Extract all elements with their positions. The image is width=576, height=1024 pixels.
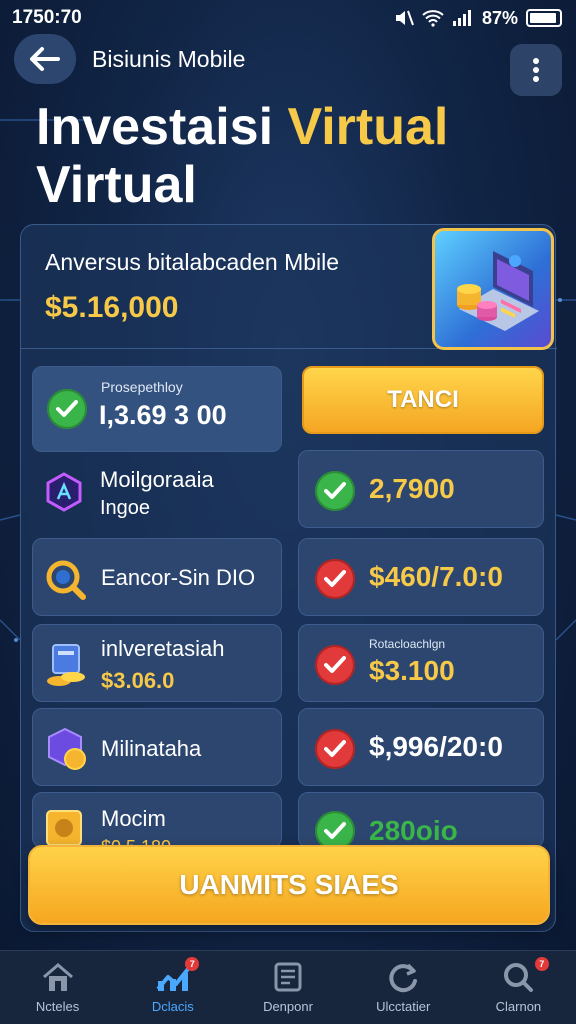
list-item[interactable]: Milinataha (32, 708, 282, 786)
header-title: Bisiunis Mobile (92, 46, 246, 72)
nav-item-refresh[interactable]: Ulcctatier (346, 951, 461, 1024)
item-value: $460/7.0:0 (369, 561, 503, 592)
list-item[interactable]: Moilgoraaia Ingoe (32, 452, 282, 536)
summary-label: Anversus bitalabcaden Mbile (45, 249, 340, 275)
nav-label: Clarnon (495, 999, 542, 1014)
item-label: Milinataha (101, 736, 202, 761)
check-icon (315, 645, 355, 685)
server-coins-icon (47, 644, 85, 686)
check-icon (315, 729, 355, 769)
list-item[interactable]: 2,7900 (298, 450, 544, 528)
notification-badge: 7 (185, 957, 200, 971)
check-icon (315, 559, 355, 599)
more-vertical-icon (533, 58, 539, 82)
nav-item-document[interactable]: Denponr (230, 951, 345, 1024)
item-value: 2,7900 (369, 473, 455, 504)
safe-coin-icon (46, 810, 82, 846)
action-button[interactable]: TANCI (302, 366, 544, 434)
laptop-coins-icon (457, 251, 539, 331)
signal-icon (452, 10, 471, 26)
refresh-icon (389, 963, 418, 993)
page-title-part-2: Virtual (36, 156, 197, 214)
page-title-highlight: Virtual (287, 98, 449, 156)
nav-item-home[interactable]: Ncteles (0, 951, 115, 1024)
check-icon (47, 389, 87, 429)
battery-icon (526, 9, 562, 27)
item-value: $3.100 (369, 655, 455, 686)
home-icon (42, 963, 73, 991)
item-label: Moilgoraaia (100, 467, 214, 492)
mute-icon (395, 10, 414, 26)
bottom-nav: Ncteles 7 Dclacis Denponr Ulcctatier 7 C… (0, 950, 576, 1024)
item-label: inlveretasiah (101, 636, 225, 661)
item-caption: Prosepethloy (101, 379, 183, 395)
battery-percent: 87% (481, 7, 518, 28)
item-value: I,3.69 3 00 (99, 400, 227, 430)
summary-value: $5.16,000 (45, 291, 179, 324)
item-label: Eancor-Sin DIO (101, 565, 256, 590)
nav-item-search[interactable]: 7 Clarnon (461, 951, 576, 1024)
nav-label: Denponr (263, 999, 313, 1014)
item-value: $,996/20:0 (369, 731, 503, 762)
item-value: 280oio (369, 815, 458, 846)
search-icon (504, 963, 534, 992)
nav-item-chart[interactable]: 7 Dclacis (115, 951, 230, 1024)
cube-coin-icon (48, 727, 86, 770)
arrow-left-icon (30, 47, 60, 71)
back-button[interactable] (14, 34, 76, 84)
hexagon-logo-icon (46, 472, 82, 512)
check-icon (315, 471, 355, 511)
nav-label: Dclacis (151, 999, 194, 1014)
status-bar: 1750:70 87% (0, 0, 576, 36)
document-icon (274, 962, 302, 992)
item-label: Mocim (101, 806, 166, 831)
item-sublabel: Ingoe (100, 497, 151, 519)
nav-label: Ncteles (35, 999, 80, 1014)
list-item[interactable]: Eancor-Sin DIO (32, 538, 282, 616)
submit-button[interactable]: UANMITS SIAES (28, 845, 550, 925)
item-caption: Rotacloachlgn (369, 637, 446, 651)
list-item[interactable]: $460/7.0:0 (298, 538, 544, 616)
wifi-icon (422, 10, 444, 27)
list-item[interactable]: inlveretasiah $3.06.0 (32, 624, 282, 702)
list-item[interactable]: Prosepethloy I,3.69 3 00 (32, 366, 282, 452)
magnifier-coin-icon (46, 560, 86, 600)
laptop-illustration (432, 228, 554, 350)
summary-section: Anversus bitalabcaden Mbile $5.16,000 (21, 225, 557, 350)
status-time: 1750:70 (12, 7, 82, 28)
item-value: $3.06.0 (101, 668, 175, 693)
page-title: Investaisi Virtual Virtual (36, 98, 546, 214)
page-title-part-1: Investaisi (36, 98, 274, 156)
list-item[interactable]: Rotacloachlgn $3.100 (298, 624, 544, 702)
notification-badge: 7 (534, 957, 549, 971)
nav-label: Ulcctatier (376, 999, 431, 1014)
list-item[interactable]: 280oio (298, 792, 544, 851)
more-menu-button[interactable] (510, 44, 562, 96)
list-item[interactable]: $,996/20:0 (298, 708, 544, 786)
status-icons: 87% (394, 8, 562, 29)
list-item[interactable]: Mocim $0.5 180 (32, 792, 282, 857)
